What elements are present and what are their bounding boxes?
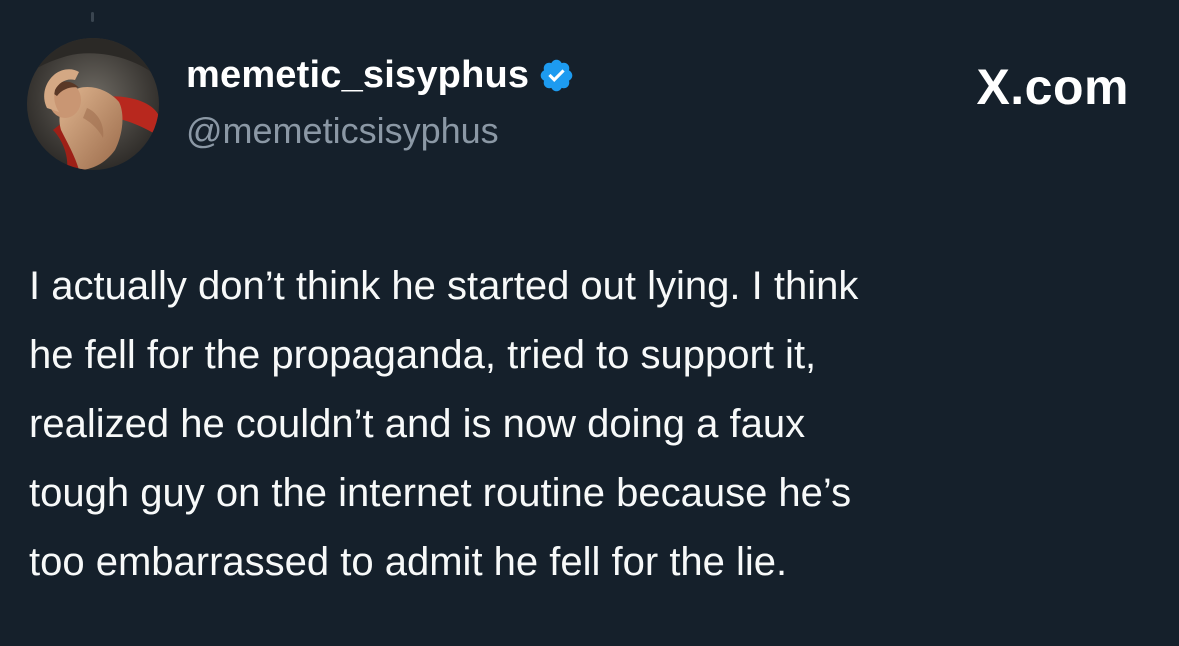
avatar[interactable]: [27, 38, 159, 170]
tweet-card: memetic_sisyphus @memeticsisyphus X.com …: [0, 0, 1179, 646]
author-display-name[interactable]: memetic_sisyphus: [186, 54, 529, 97]
x-com-brand: X.com: [976, 59, 1129, 115]
tweet-text-line: realized he couldn’t and is now doing a …: [29, 402, 806, 446]
tweet-text-line: tough guy on the internet routine becaus…: [29, 471, 852, 515]
author-handle[interactable]: @memeticsisyphus: [186, 110, 499, 152]
tweet-text: I actually don’t think he started out ly…: [29, 252, 1154, 597]
verified-badge-icon: [540, 59, 573, 92]
tweet-text-line: too embarrassed to admit he fell for the…: [29, 540, 788, 584]
sisyphus-painting-avatar-icon: [27, 38, 159, 170]
scroll-indicator: [91, 12, 94, 22]
author-name-row: memetic_sisyphus: [186, 54, 575, 97]
tweet-text-line: I actually don’t think he started out ly…: [29, 264, 859, 308]
tweet-text-line: he fell for the propaganda, tried to sup…: [29, 333, 817, 377]
